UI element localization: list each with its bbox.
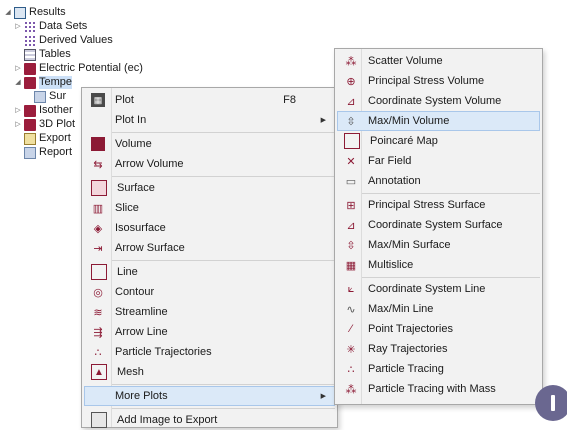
submenu-item-annotation[interactable]: ▭ Annotation: [337, 171, 540, 191]
particle-trajectories-icon: ∴: [94, 346, 102, 359]
export-icon: [24, 132, 36, 145]
tree-node-tables[interactable]: Tables: [24, 48, 71, 61]
expand-arrow-icon[interactable]: ▷: [14, 62, 22, 75]
menu-item-streamline[interactable]: ≋ Streamline: [84, 302, 335, 322]
particle-tracing-icon: ∴: [347, 363, 355, 376]
maxmin-volume-icon: ⇳: [346, 115, 356, 128]
maxmin-line-icon: ∿: [346, 303, 356, 316]
menu-item-volume[interactable]: Volume: [84, 134, 335, 154]
menu-item-more-plots[interactable]: More Plots ▶: [84, 386, 335, 406]
arrow-volume-icon: ⇆: [93, 158, 103, 171]
submenu-item-poincare-map[interactable]: Poincaré Map: [337, 131, 540, 151]
tree-node-electric-potential[interactable]: ▷ Electric Potential (ec): [14, 62, 143, 75]
data-sets-icon: [24, 20, 36, 33]
slice-icon: ▥: [92, 202, 104, 215]
maxmin-surface-icon: ⇳: [346, 239, 356, 252]
tree-node-3d-plot[interactable]: ▷ 3D Plot: [14, 118, 75, 131]
point-trajectories-icon: ⁄: [350, 323, 352, 335]
contour-icon: ◎: [93, 286, 103, 299]
submenu-arrow-icon: ▶: [320, 393, 326, 400]
principal-stress-volume-icon: ⊕: [346, 75, 356, 88]
submenu-arrow-icon: ▶: [320, 117, 326, 124]
arrow-surface-icon: ⇥: [93, 242, 103, 255]
coordinate-system-surface-icon: ⊿: [346, 219, 356, 232]
more-plots-submenu: ⁂ Scatter Volume ⊕ Principal Stress Volu…: [334, 48, 543, 405]
submenu-item-coordinate-system-line[interactable]: ⟀ Coordinate System Line: [337, 279, 540, 299]
results-icon: [14, 6, 26, 19]
menu-item-arrow-volume[interactable]: ⇆ Arrow Volume: [84, 154, 335, 174]
submenu-item-ray-trajectories[interactable]: ✳ Ray Trajectories: [337, 339, 540, 359]
mesh-icon: ▲: [91, 364, 107, 380]
arrow-line-icon: ⇶: [93, 326, 103, 339]
submenu-item-multislice[interactable]: ▦ Multislice: [337, 255, 540, 275]
reports-icon: [24, 146, 36, 159]
submenu-item-particle-tracing-with-mass[interactable]: ⁂ Particle Tracing with Mass: [337, 379, 540, 399]
multislice-icon: ▦: [345, 259, 357, 272]
tree-node-surface[interactable]: Sur: [34, 90, 66, 103]
tree-node-derived-values[interactable]: Derived Values: [24, 34, 113, 47]
poincare-map-icon: [344, 133, 360, 149]
tree-node-temperature[interactable]: ◢ Tempe: [14, 76, 73, 89]
submenu-item-maxmin-surface[interactable]: ⇳ Max/Min Surface: [337, 235, 540, 255]
submenu-item-principal-stress-surface[interactable]: ⊞ Principal Stress Surface: [337, 195, 540, 215]
coordinate-system-volume-icon: ⊿: [346, 95, 356, 108]
menu-item-isosurface[interactable]: ◈ Isosurface: [84, 218, 335, 238]
submenu-item-coordinate-system-volume[interactable]: ⊿ Coordinate System Volume: [337, 91, 540, 111]
plot-group-icon: [24, 76, 36, 89]
tree-node-data-sets[interactable]: ▷ Data Sets: [14, 20, 87, 33]
menu-item-slice[interactable]: ▥ Slice: [84, 198, 335, 218]
volume-icon: [91, 137, 105, 151]
plot-group-icon: [24, 118, 36, 131]
context-menu: ▦ Plot F8 Plot In ▶ Volume ⇆ Arrow Volum…: [81, 87, 338, 428]
menu-item-arrow-line[interactable]: ⇶ Arrow Line: [84, 322, 335, 342]
line-icon: [91, 264, 107, 280]
surface-icon: [91, 180, 107, 196]
coordinate-system-line-icon: ⟀: [347, 282, 355, 295]
submenu-item-maxmin-volume[interactable]: ⇳ Max/Min Volume: [337, 111, 540, 131]
menu-item-plot-in[interactable]: Plot In ▶: [84, 110, 335, 130]
far-field-icon: ✕: [346, 155, 356, 168]
submenu-item-far-field[interactable]: ✕ Far Field: [337, 151, 540, 171]
submenu-item-scatter-volume[interactable]: ⁂ Scatter Volume: [337, 51, 540, 71]
principal-stress-surface-icon: ⊞: [346, 199, 356, 212]
submenu-item-maxmin-line[interactable]: ∿ Max/Min Line: [337, 299, 540, 319]
submenu-item-principal-stress-volume[interactable]: ⊕ Principal Stress Volume: [337, 71, 540, 91]
collapse-arrow-icon[interactable]: ◢: [14, 76, 22, 89]
derived-values-icon: [24, 34, 36, 47]
expand-arrow-icon[interactable]: ▷: [14, 104, 22, 117]
expand-arrow-icon[interactable]: ▷: [14, 118, 22, 131]
surface-plot-icon: [34, 90, 46, 103]
submenu-item-coordinate-system-surface[interactable]: ⊿ Coordinate System Surface: [337, 215, 540, 235]
submenu-item-particle-tracing[interactable]: ∴ Particle Tracing: [337, 359, 540, 379]
menu-item-plot[interactable]: ▦ Plot F8: [84, 90, 335, 110]
ray-trajectories-icon: ✳: [346, 343, 356, 356]
menu-item-line[interactable]: Line: [84, 262, 335, 282]
tree-node-export[interactable]: Export: [24, 132, 71, 145]
step-badge-icon: [535, 385, 567, 421]
collapse-arrow-icon[interactable]: ◢: [4, 6, 12, 19]
menu-item-surface[interactable]: Surface: [84, 178, 335, 198]
menu-item-arrow-surface[interactable]: ⇥ Arrow Surface: [84, 238, 335, 258]
menu-item-contour[interactable]: ◎ Contour: [84, 282, 335, 302]
annotation-icon: ▭: [345, 175, 357, 188]
menu-item-particle-trajectories[interactable]: ∴ Particle Trajectories: [84, 342, 335, 362]
submenu-item-point-trajectories[interactable]: ⁄ Point Trajectories: [337, 319, 540, 339]
tree-node-isothermal[interactable]: ▷ Isother: [14, 104, 73, 117]
plot-group-icon: [24, 62, 36, 75]
expand-arrow-icon[interactable]: ▷: [14, 20, 22, 33]
isosurface-icon: ◈: [93, 222, 103, 235]
plot-group-icon: [24, 104, 36, 117]
tree-node-results[interactable]: ◢ Results: [4, 6, 66, 19]
menu-item-mesh[interactable]: ▲ Mesh: [84, 362, 335, 382]
tree-node-reports[interactable]: Report: [24, 146, 72, 159]
plot-icon: ▦: [91, 93, 105, 107]
menu-item-add-image-to-export[interactable]: Add Image to Export: [84, 410, 335, 430]
particle-tracing-mass-icon: ⁂: [345, 383, 357, 396]
tables-icon: [24, 48, 36, 61]
streamline-icon: ≋: [93, 306, 103, 319]
scatter-volume-icon: ⁂: [345, 55, 357, 68]
